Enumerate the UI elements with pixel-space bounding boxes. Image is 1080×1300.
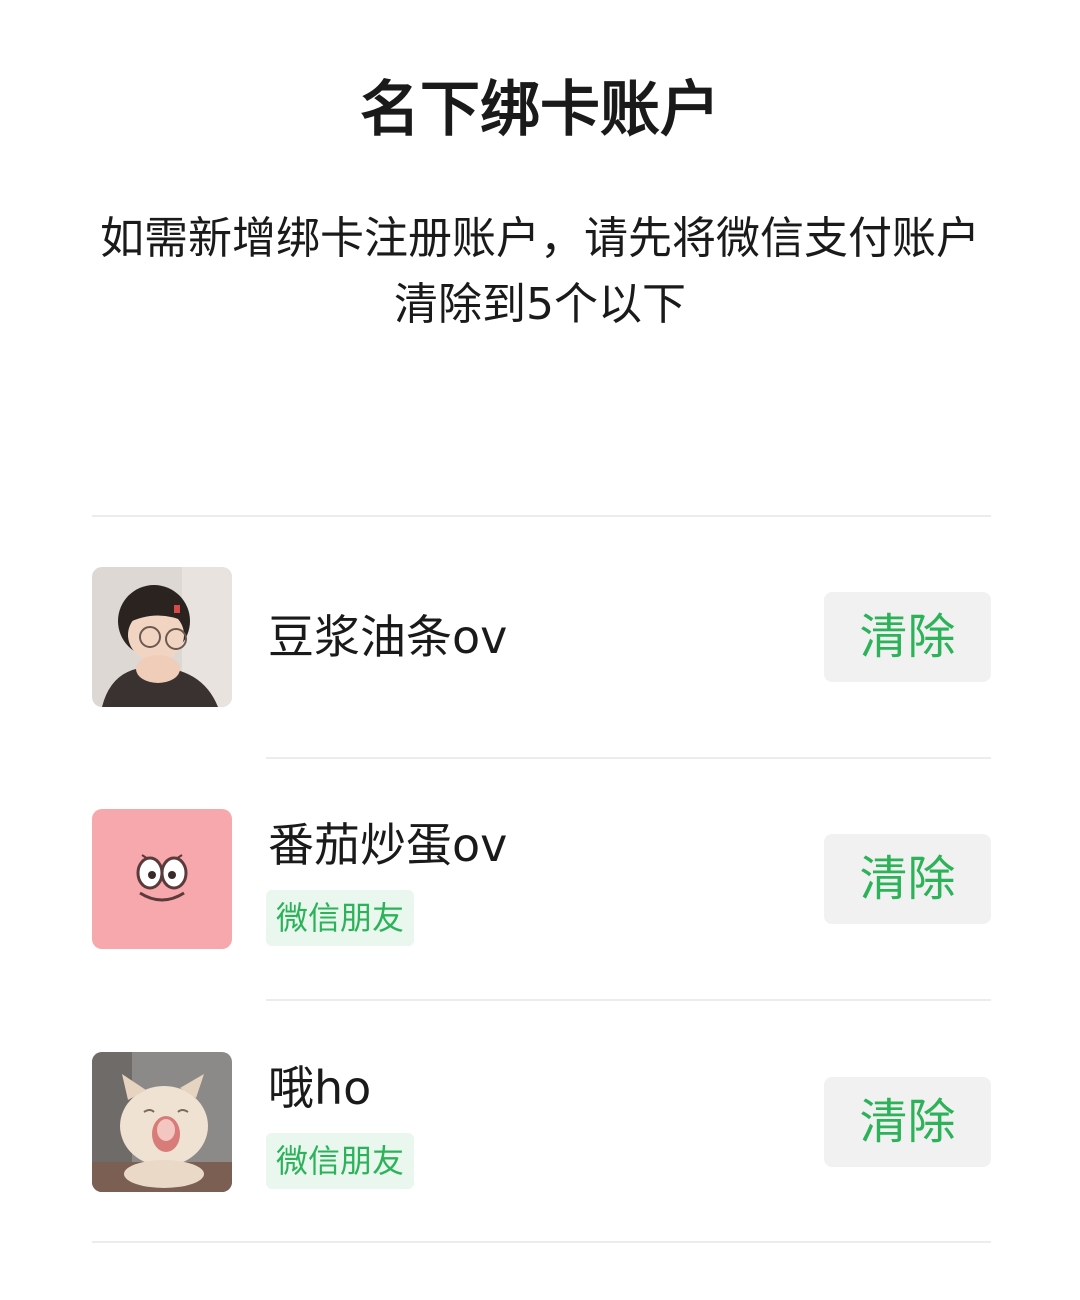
clear-button[interactable]: 清除 <box>824 834 991 924</box>
avatar[interactable] <box>92 809 232 949</box>
account-name: 哦ho <box>268 1061 372 1115</box>
avatar[interactable] <box>92 567 232 707</box>
avatar[interactable] <box>92 1052 232 1192</box>
cat-photo-icon <box>92 1052 232 1192</box>
clear-button[interactable]: 清除 <box>824 1077 991 1167</box>
cartoon-star-face-icon <box>92 809 232 949</box>
account-name: 豆浆油条ov <box>268 610 508 664</box>
wechat-friend-badge: 微信朋友 <box>266 890 415 946</box>
clear-button[interactable]: 清除 <box>824 592 991 682</box>
list-top-divider <box>92 515 991 517</box>
account-name: 番茄炒蛋ov <box>268 818 508 872</box>
row-divider <box>266 999 991 1001</box>
account-row: 番茄炒蛋ov 微信朋友 清除 <box>0 809 1080 949</box>
page-description: 如需新增绑卡注册账户，请先将微信支付账户清除到5个以下 <box>100 213 980 330</box>
list-bottom-divider <box>92 1241 991 1243</box>
account-row: 哦ho 微信朋友 清除 <box>0 1052 1080 1192</box>
page-title: 名下绑卡账户 <box>360 75 720 145</box>
row-divider <box>266 757 991 759</box>
account-row: 豆浆油条ov 清除 <box>0 567 1080 707</box>
child-photo-icon <box>92 567 232 707</box>
wechat-friend-badge: 微信朋友 <box>266 1133 415 1189</box>
